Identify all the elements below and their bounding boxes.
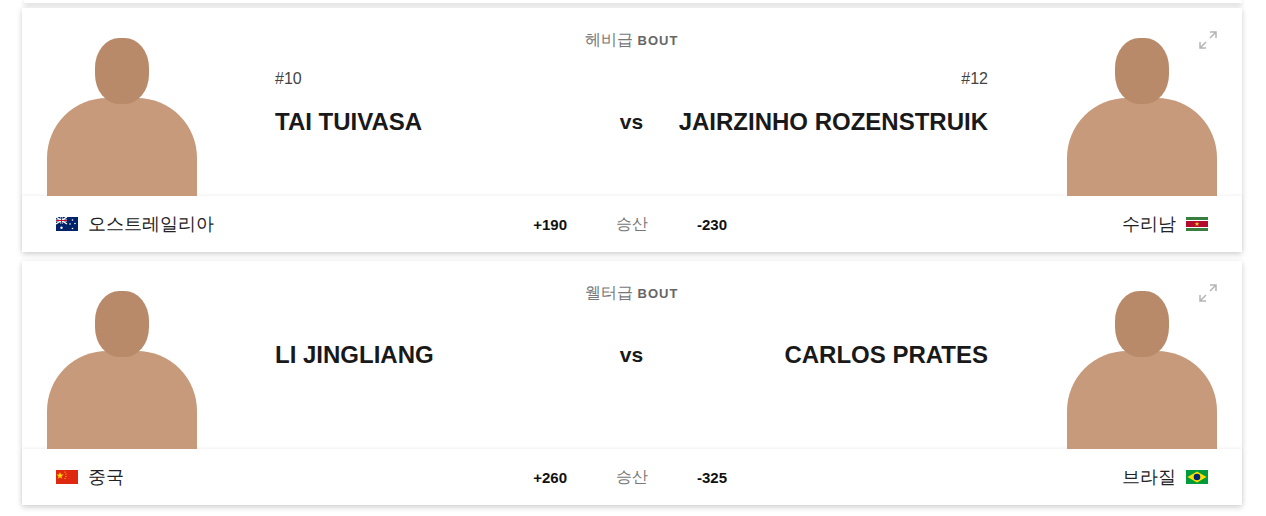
fighter-photo xyxy=(47,283,197,449)
odds-strip: 오스트레일리아+190승산-230수리남 xyxy=(22,196,1242,252)
china-flag-icon xyxy=(56,470,78,484)
fighter-rank: #12 xyxy=(659,69,988,89)
fight-card-page: 헤비급BOUT #10 TAI TUIVASA vs #12 JAIRZINHO ROZE… xyxy=(0,0,1266,516)
bout-card[interactable]: 웰터급BOUT LI JINGLIANG vs CARLOS PRATES 중국+260… xyxy=(22,261,1242,505)
odds-strip: 중국+260승산-325브라질 xyxy=(22,449,1242,505)
red-corner-fighter[interactable]: LI JINGLIANG xyxy=(275,340,604,370)
blue-corner-fighter[interactable]: #12 JAIRZINHO ROZENSTRUIK xyxy=(659,69,988,137)
suriname-flag-icon xyxy=(1186,217,1208,231)
fighter-country: 수리남 xyxy=(797,212,1208,236)
vs-label: vs xyxy=(620,107,643,137)
odds-label: 승산 xyxy=(567,214,697,235)
bout-card[interactable]: 헤비급BOUT #10 TAI TUIVASA vs #12 JAIRZINHO ROZE… xyxy=(22,8,1242,252)
weight-class-label: 웰터급BOUT xyxy=(275,283,988,304)
red-odds: +190 xyxy=(467,216,567,233)
fighter-rank: #10 xyxy=(275,69,604,89)
australia-flag-icon xyxy=(56,217,78,231)
red-corner-fighter[interactable]: #10 TAI TUIVASA xyxy=(275,69,604,137)
blue-odds: -230 xyxy=(697,216,797,233)
vs-label: vs xyxy=(620,340,643,370)
fighter-photo xyxy=(1067,30,1217,196)
fighter-photo xyxy=(47,30,197,196)
odds-label: 승산 xyxy=(567,467,697,488)
blue-corner-fighter[interactable]: CARLOS PRATES xyxy=(659,340,988,370)
previous-bout-card xyxy=(24,0,1242,3)
fighter-name[interactable]: CARLOS PRATES xyxy=(659,340,988,370)
expand-icon[interactable] xyxy=(1198,30,1218,50)
fighter-country: 오스트레일리아 xyxy=(56,212,467,236)
weight-class-label: 헤비급BOUT xyxy=(275,30,988,51)
fighter-name[interactable]: LI JINGLIANG xyxy=(275,340,604,370)
expand-icon[interactable] xyxy=(1198,283,1218,303)
fighter-country: 중국 xyxy=(56,465,467,489)
brazil-flag-icon xyxy=(1186,470,1208,484)
blue-odds: -325 xyxy=(697,469,797,486)
fighter-name[interactable]: JAIRZINHO ROZENSTRUIK xyxy=(659,107,988,137)
fighter-photo xyxy=(1067,283,1217,449)
fighter-country: 브라질 xyxy=(797,465,1208,489)
fighter-name[interactable]: TAI TUIVASA xyxy=(275,107,604,137)
red-odds: +260 xyxy=(467,469,567,486)
